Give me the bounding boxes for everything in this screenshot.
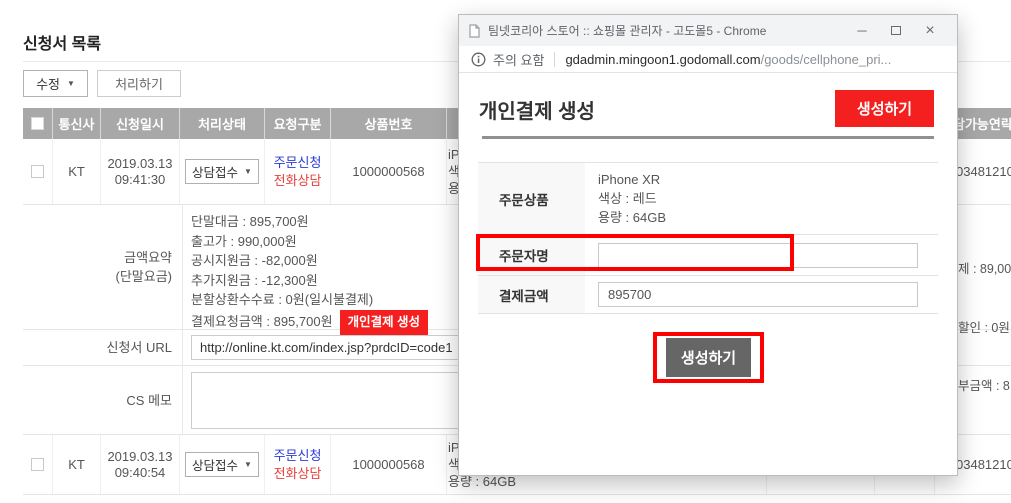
status-cell: 상담접수 ▼ — [180, 139, 265, 204]
status-select-value: 상담접수 — [192, 455, 238, 474]
header-request-type: 요청구분 — [265, 108, 331, 139]
create-button-bottom[interactable]: 생성하기 — [666, 338, 751, 377]
divider — [554, 52, 555, 67]
product-capacity: 용량 : 64GB — [598, 208, 938, 227]
window-title: 팀넷코리아 스토어 :: 쇼핑몰 관리자 - 고도몰5 - Chrome — [488, 22, 845, 39]
chevron-down-icon: ▼ — [244, 168, 252, 176]
create-personal-payment-button[interactable]: 개인결제 생성 — [340, 310, 428, 336]
partial-line: 할인 : 0원 — [958, 319, 1011, 339]
status-select[interactable]: 상담접수 ▼ — [185, 159, 259, 184]
window-controls: ─ × — [845, 17, 947, 45]
applied-at-cell: 2019.03.13 09:40:54 — [101, 435, 180, 494]
page-icon — [469, 24, 480, 38]
row-checkbox[interactable] — [31, 458, 44, 471]
product-color: 색상 : 레드 — [598, 189, 938, 208]
url-path: /goods/cellphone_pri... — [761, 52, 892, 67]
orderer-name-label: 주문자명 — [478, 235, 585, 275]
maximize-icon — [891, 26, 901, 35]
screen: 신청서 목록 수정 ▼ 처리하기 통신사 신청일시 처리상태 요청구분 상품번호… — [0, 0, 1011, 503]
summary-label-line1: 금액요약 — [124, 248, 172, 267]
orderer-name-row: 주문자명 — [478, 235, 938, 276]
page-title: 신청서 목록 — [23, 30, 101, 54]
payment-amount-input[interactable] — [598, 282, 918, 307]
chevron-down-icon: ▼ — [244, 461, 252, 469]
process-button[interactable]: 처리하기 — [97, 70, 181, 97]
maximize-button[interactable] — [879, 17, 913, 45]
status-cell: 상담접수 ▼ — [180, 435, 265, 494]
close-button[interactable]: × — [913, 17, 947, 45]
header-carrier: 통신사 — [53, 108, 101, 139]
request-type-cell: 주문신청 전화상담 — [265, 139, 331, 204]
summary-label-line2: (단말요금) — [116, 267, 173, 286]
goods-no-cell: 1000000568 — [331, 435, 447, 494]
applied-at-cell: 2019.03.13 09:41:30 — [101, 139, 180, 204]
right-partial-summary: 제 : 89,000 할인 : 0원 부금액 : 8 — [958, 221, 1011, 436]
header-checkbox-cell — [23, 108, 53, 139]
security-status-label[interactable]: 주의 요함 — [493, 50, 544, 69]
row-checkbox-cell — [23, 139, 53, 204]
status-select[interactable]: 상담접수 ▼ — [185, 452, 259, 477]
request-type-call: 전화상담 — [274, 172, 322, 190]
carrier-cell: KT — [53, 139, 101, 204]
memo-row-label: CS 메모 — [23, 366, 183, 434]
header-applied-at: 신청일시 — [101, 108, 180, 139]
partial-line: 제 : 89,000 — [958, 260, 1011, 280]
orderer-name-input[interactable] — [598, 243, 918, 268]
select-all-checkbox[interactable] — [31, 117, 44, 130]
carrier-cell: KT — [53, 435, 101, 494]
request-type-cell: 주문신청 전화상담 — [265, 435, 331, 494]
order-product-label: 주문상품 — [478, 163, 585, 234]
create-button-top[interactable]: 생성하기 — [835, 90, 934, 127]
popup-content: 개인결제 생성 생성하기 주문상품 iPhone XR 색상 : 레드 용량 :… — [459, 73, 957, 475]
info-icon[interactable] — [471, 52, 486, 67]
row-checkbox[interactable] — [31, 165, 44, 178]
orderer-name-value-cell — [585, 235, 938, 275]
payment-amount-row: 결제금액 — [478, 276, 938, 314]
action-select-value: 수정 — [36, 74, 60, 93]
action-select[interactable]: 수정 ▼ — [23, 70, 88, 97]
popup-heading: 개인결제 생성 — [479, 95, 595, 124]
goods-no-cell: 1000000568 — [331, 139, 447, 204]
header-status: 처리상태 — [180, 108, 265, 139]
order-product-value: iPhone XR 색상 : 레드 용량 : 64GB — [585, 163, 938, 234]
payment-form: 주문상품 iPhone XR 색상 : 레드 용량 : 64GB 주문자명 결제… — [478, 162, 938, 314]
payment-amount-value-cell — [585, 276, 938, 313]
request-type-order: 주문신청 — [274, 154, 322, 172]
applied-time: 09:40:54 — [115, 465, 166, 481]
request-type-order: 주문신청 — [274, 447, 322, 465]
chevron-down-icon: ▼ — [67, 80, 75, 88]
chrome-popup-window: 팀넷코리아 스토어 :: 쇼핑몰 관리자 - 고도몰5 - Chrome ─ ×… — [458, 14, 958, 476]
partial-line: 부금액 : 8 — [958, 377, 1011, 397]
divider — [482, 136, 934, 139]
request-type-call: 전화상담 — [274, 465, 322, 483]
minimize-button[interactable]: ─ — [845, 17, 879, 45]
applied-date: 2019.03.13 — [107, 156, 172, 172]
order-product-row: 주문상품 iPhone XR 색상 : 레드 용량 : 64GB — [478, 163, 938, 235]
product-name: iPhone XR — [598, 170, 938, 189]
payment-request-amount: 결제요청금액 : 895,700원 — [191, 314, 333, 329]
payment-amount-label: 결제금액 — [478, 276, 585, 313]
window-titlebar[interactable]: 팀넷코리아 스토어 :: 쇼핑몰 관리자 - 고도몰5 - Chrome ─ × — [459, 15, 957, 46]
applied-time: 09:41:30 — [115, 172, 166, 188]
row-checkbox-cell — [23, 435, 53, 494]
url-domain: gdadmin.mingoon1.godomall.com — [565, 52, 760, 67]
address-bar[interactable]: 주의 요함 gdadmin.mingoon1.godomall.com/good… — [459, 46, 957, 73]
header-goods-no: 상품번호 — [331, 108, 447, 139]
url-row-label: 신청서 URL — [23, 330, 183, 365]
applied-date: 2019.03.13 — [107, 449, 172, 465]
status-select-value: 상담접수 — [192, 162, 238, 181]
summary-label: 금액요약 (단말요금) — [23, 205, 183, 329]
